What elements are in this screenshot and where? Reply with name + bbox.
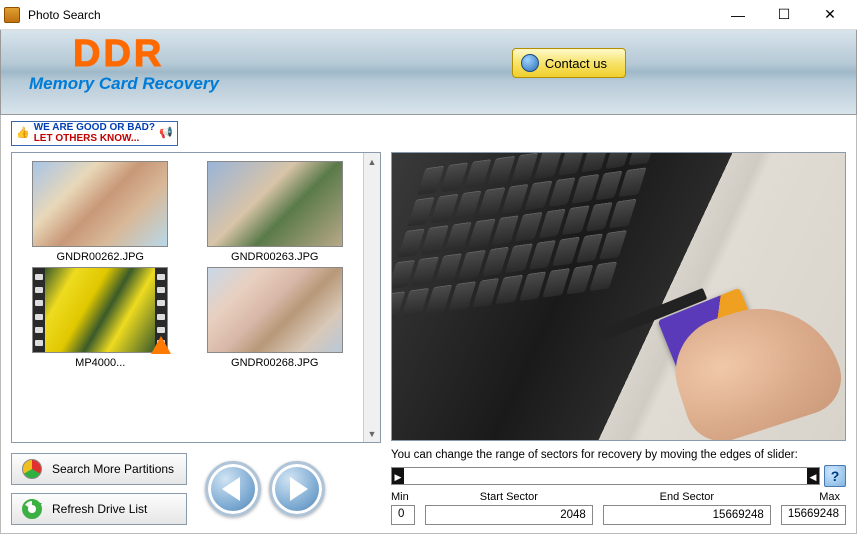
slider-handle-right[interactable]: ◀	[807, 468, 819, 484]
button-label: Refresh Drive List	[52, 502, 147, 516]
thumb-item[interactable]: GNDR00268.JPG	[191, 267, 360, 369]
feedback-link[interactable]: 👍 WE ARE GOOD OR BAD? LET OTHERS KNOW...…	[11, 121, 178, 146]
photo-thumbnail	[207, 161, 343, 247]
pie-chart-icon	[22, 459, 42, 479]
sector-slider[interactable]: ▶ ◀	[391, 467, 820, 485]
thumb-item[interactable]: MP4000...	[16, 267, 185, 369]
feedback-line2: LET OTHERS KNOW...	[34, 134, 155, 145]
preview-image	[391, 152, 846, 441]
thumbnail-scrollbar[interactable]: ▲ ▼	[363, 153, 380, 442]
photo-thumbnail	[32, 161, 168, 247]
start-sector-input[interactable]	[425, 505, 593, 525]
app-header: DDR Memory Card Recovery Contact us	[0, 30, 857, 115]
end-sector-label: End Sector	[603, 491, 771, 503]
person-icon	[521, 54, 539, 72]
previous-button[interactable]	[205, 461, 261, 517]
search-more-partitions-button[interactable]: Search More Partitions	[11, 453, 187, 485]
help-button[interactable]: ?	[824, 465, 846, 487]
slider-handle-left[interactable]: ▶	[392, 468, 404, 484]
title-bar: Photo Search — ☐ ✕	[0, 0, 857, 30]
maximize-button[interactable]: ☐	[761, 0, 807, 30]
scroll-down-icon[interactable]: ▼	[364, 425, 380, 442]
arrow-left-icon	[222, 477, 240, 501]
contact-us-button[interactable]: Contact us	[512, 48, 626, 78]
vlc-cone-icon	[151, 336, 171, 354]
next-button[interactable]	[269, 461, 325, 517]
minimize-button[interactable]: —	[715, 0, 761, 30]
close-button[interactable]: ✕	[807, 0, 853, 30]
refresh-icon	[22, 499, 42, 519]
content-area: 👍 WE ARE GOOD OR BAD? LET OTHERS KNOW...…	[0, 115, 857, 534]
arrow-right-icon	[290, 477, 308, 501]
logo: DDR	[15, 36, 842, 72]
window-title: Photo Search	[28, 8, 715, 22]
thumb-caption: GNDR00268.JPG	[231, 357, 318, 369]
sector-instruction: You can change the range of sectors for …	[391, 449, 798, 461]
video-thumbnail	[32, 267, 168, 353]
photo-thumbnail	[207, 267, 343, 353]
contact-label: Contact us	[545, 56, 607, 71]
scroll-up-icon[interactable]: ▲	[364, 153, 380, 170]
refresh-drive-list-button[interactable]: Refresh Drive List	[11, 493, 187, 525]
end-sector-input[interactable]	[603, 505, 771, 525]
app-subtitle: Memory Card Recovery	[15, 74, 842, 94]
thumb-caption: GNDR00263.JPG	[231, 251, 318, 263]
min-value: 0	[391, 505, 415, 525]
feedback-line1: WE ARE GOOD OR BAD?	[34, 123, 155, 134]
start-sector-label: Start Sector	[425, 491, 593, 503]
megaphone-icon: 📢	[159, 128, 173, 140]
button-label: Search More Partitions	[52, 462, 174, 476]
max-value: 15669248	[781, 505, 846, 525]
thumbs-up-icon: 👍	[16, 128, 30, 140]
max-label: Max	[781, 491, 846, 503]
min-label: Min	[391, 491, 415, 503]
thumb-item[interactable]: GNDR00263.JPG	[191, 161, 360, 263]
thumb-item[interactable]: GNDR00262.JPG	[16, 161, 185, 263]
app-icon	[4, 7, 20, 23]
thumbnail-panel: GNDR00262.JPG GNDR00263.JPG MP400	[11, 152, 381, 443]
thumb-caption: GNDR00262.JPG	[57, 251, 144, 263]
sector-range-panel: You can change the range of sectors for …	[391, 449, 846, 525]
thumb-caption: MP4000...	[75, 357, 125, 369]
